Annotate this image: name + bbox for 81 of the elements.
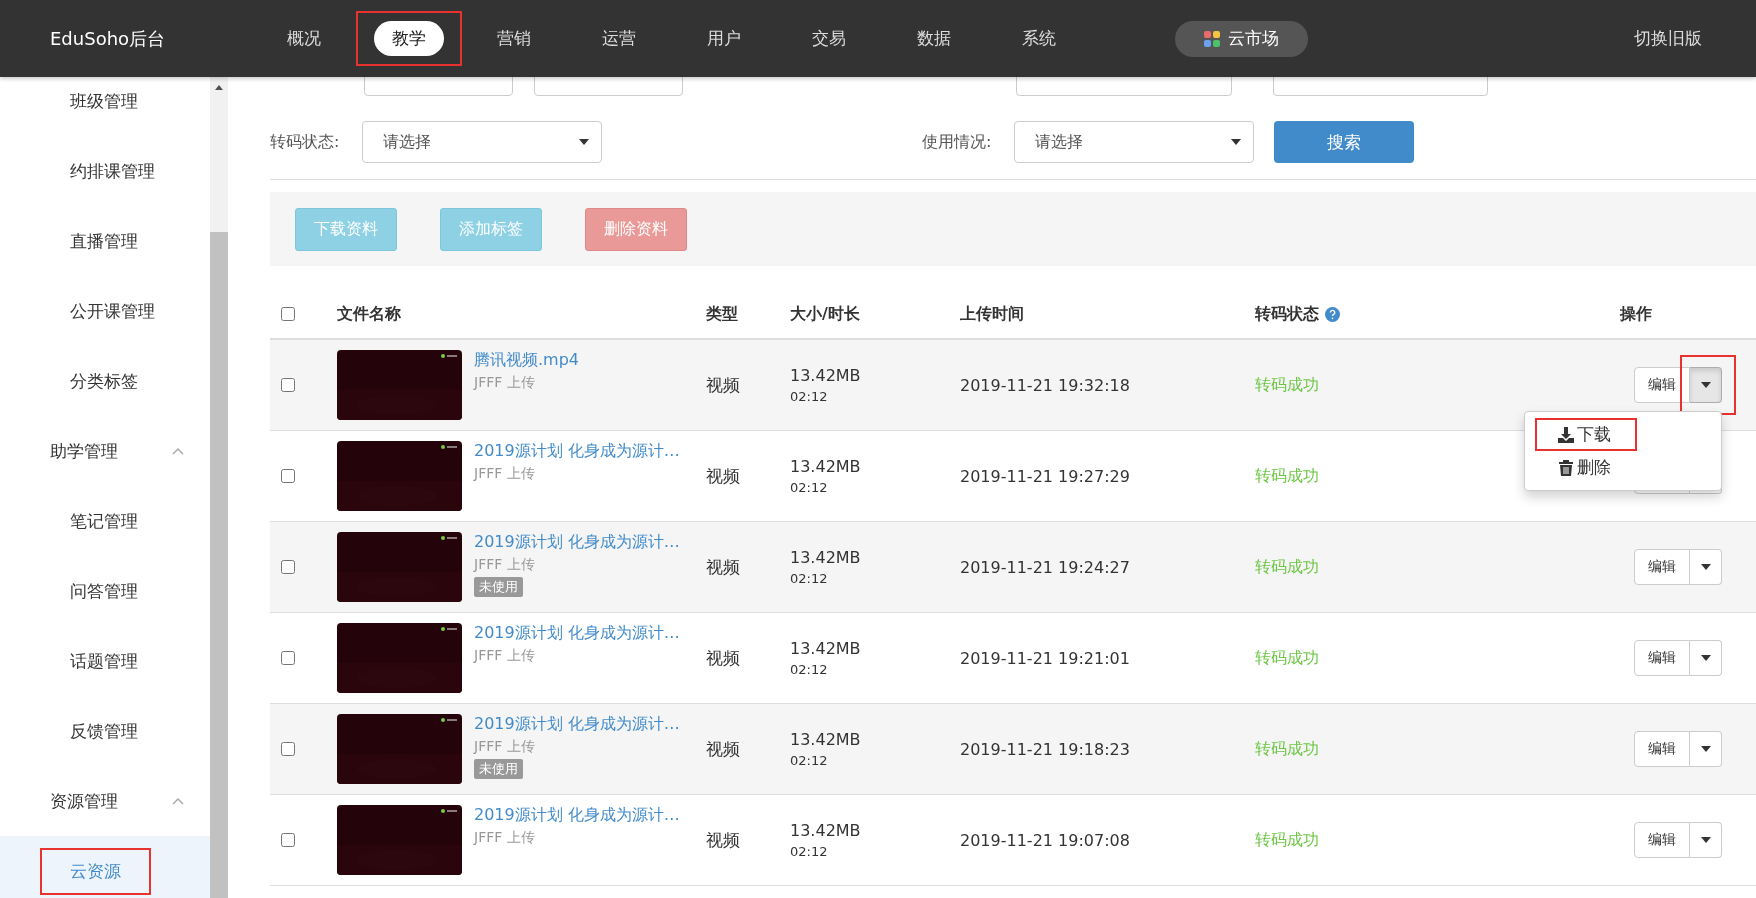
sidebar-item[interactable]: 公开课管理 (70, 299, 155, 323)
nav-tab[interactable]: 系统 (1003, 21, 1074, 56)
table-cell: 2019-11-21 19:32:18 (960, 375, 1130, 395)
status-text: 转码成功 (1255, 556, 1319, 578)
status-text: 转码成功 (1255, 647, 1319, 669)
table-cell: 视频 (706, 373, 740, 397)
duration-text: 02:12 (790, 480, 829, 495)
uploader-text: JFFF 上传 (474, 829, 535, 847)
market-button[interactable]: 云市场 (1175, 20, 1308, 57)
size-text: 13.42MB (790, 548, 861, 567)
switch-version-link[interactable]: 切换旧版 (1634, 27, 1702, 50)
select-field[interactable]: 请选择 (1014, 121, 1254, 163)
sidebar-item[interactable]: 分类标签 (70, 369, 138, 393)
table-cell: 2019-11-21 19:21:01 (960, 648, 1130, 668)
size-text: 13.42MB (790, 457, 861, 476)
duration-text: 02:12 (790, 753, 829, 768)
file-title-link[interactable]: 2019源计划 化身成为源计… (474, 441, 680, 462)
uploader-text: JFFF 上传 (474, 465, 535, 483)
table-cell: 2019-11-21 19:27:29 (960, 466, 1130, 486)
nav-tab[interactable]: 教学 (373, 21, 444, 56)
column-header: 操作 (1620, 303, 1652, 325)
nav-tab[interactable]: 概况 (268, 21, 339, 56)
field-label: 转码状态: (270, 131, 341, 153)
status-badge: 未使用 (474, 759, 523, 779)
edit-button[interactable]: 编辑 (1634, 640, 1690, 676)
size-text: 13.42MB (790, 639, 861, 658)
edit-button[interactable]: 编辑 (1634, 822, 1690, 858)
status-text: 转码成功 (1255, 738, 1319, 760)
sidebar-item[interactable]: 约排课管理 (70, 159, 155, 183)
select-field[interactable]: 请选择 (362, 121, 602, 163)
status-text: 转码成功 (1255, 465, 1319, 487)
sidebar-item[interactable]: 问答管理 (70, 579, 138, 603)
uploader-text: JFFF 上传 (474, 374, 535, 392)
nav-tab[interactable]: 交易 (793, 21, 864, 56)
table-cell: 2019-11-21 19:24:27 (960, 557, 1130, 577)
status-badge: 未使用 (474, 577, 523, 597)
status-text: 转码成功 (1255, 374, 1319, 396)
sidebar-item[interactable]: 话题管理 (70, 649, 138, 673)
sidebar-item[interactable]: 助学管理 (50, 439, 118, 463)
edit-button[interactable]: 编辑 (1634, 731, 1690, 767)
column-header: 转码状态 (1255, 303, 1319, 325)
sidebar-item[interactable]: 反馈管理 (70, 719, 138, 743)
sidebar-item[interactable]: 直播管理 (70, 229, 138, 253)
field-label: 使用情况: (922, 131, 993, 153)
size-text: 13.42MB (790, 730, 861, 749)
size-text: 13.42MB (790, 821, 861, 840)
table-cell: 视频 (706, 555, 740, 579)
menu-item[interactable]: 删除 (1535, 451, 1637, 484)
sidebar-item[interactable]: 班级管理 (70, 89, 138, 113)
table-cell: 视频 (706, 646, 740, 670)
table-cell: 视频 (706, 737, 740, 761)
nav-tab[interactable]: 用户 (688, 21, 759, 56)
uploader-text: JFFF 上传 (474, 647, 535, 665)
nav-tab[interactable]: 运营 (583, 21, 654, 56)
sidebar-item[interactable]: 资源管理 (50, 789, 118, 813)
nav-tab[interactable]: 营销 (478, 21, 549, 56)
status-text: 转码成功 (1255, 829, 1319, 851)
search-button[interactable]: 搜索 (1274, 121, 1414, 163)
nav-tab[interactable]: 数据 (898, 21, 969, 56)
size-text: 13.42MB (790, 366, 861, 385)
duration-text: 02:12 (790, 844, 829, 859)
column-header: 上传时间 (960, 303, 1024, 325)
logo-text: EduSoho后台 (50, 26, 167, 51)
uploader-text: JFFF 上传 (474, 556, 535, 574)
column-header: 大小/时长 (790, 303, 860, 325)
edit-button[interactable]: 编辑 (1634, 367, 1690, 403)
table-cell: 2019-11-21 19:07:08 (960, 830, 1130, 850)
table-cell: 视频 (706, 464, 740, 488)
file-title-link[interactable]: 2019源计划 化身成为源计… (474, 805, 680, 826)
column-header: 文件名称 (337, 303, 401, 325)
file-title-link[interactable]: 2019源计划 化身成为源计… (474, 623, 680, 644)
duration-text: 02:12 (790, 662, 829, 677)
duration-text: 02:12 (790, 571, 829, 586)
uploader-text: JFFF 上传 (474, 738, 535, 756)
duration-text: 02:12 (790, 389, 829, 404)
menu-item[interactable]: 下载 (1535, 418, 1637, 451)
table-cell: 视频 (706, 828, 740, 852)
sidebar-item[interactable]: 笔记管理 (70, 509, 138, 533)
column-header: 类型 (706, 303, 738, 325)
edit-button[interactable]: 编辑 (1634, 549, 1690, 585)
table-cell: 2019-11-21 19:18:23 (960, 739, 1130, 759)
